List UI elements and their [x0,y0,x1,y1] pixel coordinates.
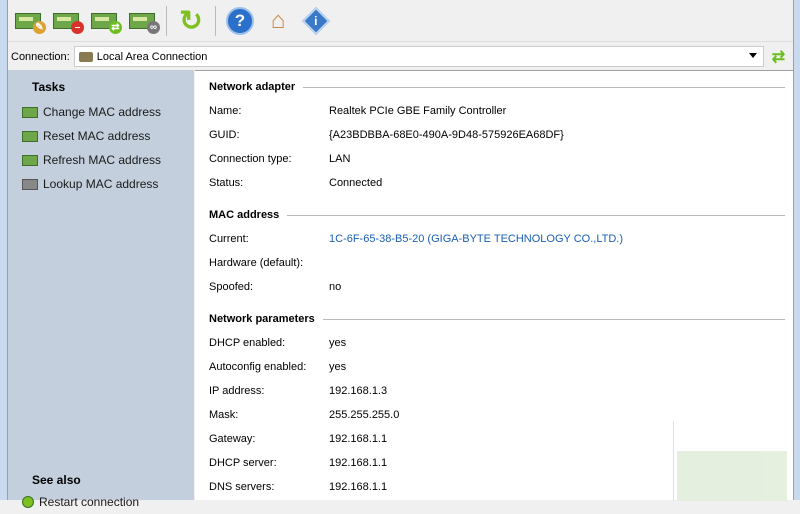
field-label: Autoconfig enabled: [209,361,307,373]
field-value: yes [329,337,347,349]
help-icon: ? [226,6,254,35]
connection-value: Local Area Connection [96,50,208,63]
section-network-parameters: Network parameters [209,313,785,325]
task-label: Reset MAC address [43,129,151,143]
reset-card-icon: – [53,12,84,34]
connection-bar: Connection: Local Area Connection ⇄ [8,44,793,69]
field-value: Realtek PCIe GBE Family Controller [329,105,507,117]
lookup-mac-button[interactable]: ∞ [126,5,160,37]
tasks-heading: Tasks [32,80,66,94]
field-value: 192.168.1.1 [329,457,388,469]
row-dhcp-enabled: DHCP enabled: yes [209,337,346,349]
task-change-mac[interactable]: Change MAC address [8,100,194,124]
about-button[interactable]: i [300,5,332,37]
task-reset-mac[interactable]: Reset MAC address [8,124,194,148]
row-connection-type: Connection type: LAN [209,153,350,165]
info-icon: i [301,6,331,35]
section-title: Network adapter [209,81,296,93]
field-value: Connected [329,177,383,189]
row-dhcp-server: DHCP server: 192.168.1.1 [209,457,387,469]
row-gateway: Gateway: 192.168.1.1 [209,433,387,445]
window-frame-right [793,0,800,500]
row-mask: Mask: 255.255.255.0 [209,409,399,421]
field-label: DHCP server: [209,457,277,469]
field-label: Name: [209,105,242,117]
task-refresh-mac[interactable]: Refresh MAC address [8,148,194,172]
field-label: DHCP enabled: [209,337,286,349]
section-mac-address: MAC address [209,209,785,221]
task-label: Lookup MAC address [43,177,159,191]
field-value: 192.168.1.1 [329,481,388,493]
change-mac-icon [22,106,38,118]
field-label: Mask: [209,409,239,421]
reset-mac-button[interactable]: – [50,5,84,37]
reset-mac-icon [22,130,38,142]
toolbar: ✎ – ⇄ ∞ ↻ ? ⌂ i [8,0,793,42]
chevron-down-icon [748,53,757,58]
network-icon [78,51,93,62]
field-label: Spoofed: [209,281,254,293]
task-label: Refresh MAC address [43,153,162,167]
pencil-card-icon: ✎ [15,12,46,34]
binoculars-icon [22,178,38,190]
field-label: Gateway: [209,433,256,445]
refresh-card-icon: ⇄ [91,12,122,34]
field-label: GUID: [209,129,240,141]
field-value: {A23BDBBA-68E0-490A-9D48-575926EA68DF} [329,129,564,141]
sidebar: Tasks Change MAC address Reset MAC addre… [8,70,194,509]
row-hardware-mac: Hardware (default): [209,257,329,269]
change-mac-button[interactable]: ✎ [12,5,46,37]
refresh-icon: ↻ [179,5,203,36]
binoculars-card-icon: ∞ [129,12,160,34]
task-label: Change MAC address [43,105,162,119]
field-label: Current: [209,233,249,245]
task-label: Restart connection [39,495,140,509]
field-label: Connection type: [209,153,292,165]
section-title: Network parameters [209,313,315,325]
row-current-mac: Current: 1C-6F-65-38-B5-20 (GIGA-BYTE TEC… [209,233,623,245]
connection-select[interactable]: Local Area Connection [73,46,764,67]
toolbar-separator [166,5,167,36]
field-value: yes [329,361,347,373]
network-card-watermark-icon [673,421,787,501]
field-value: no [329,281,342,293]
toolbar-separator [215,5,216,36]
restart-icon [22,496,34,508]
current-mac-link[interactable]: 1C-6F-65-38-B5-20 (GIGA-BYTE TECHNOLOGY … [329,233,623,245]
field-value: LAN [329,153,351,165]
row-name: Name: Realtek PCIe GBE Family Controller [209,105,506,117]
field-label: Status: [209,177,244,189]
details-panel: Network adapter Name: Realtek PCIe GBE Fa… [195,70,793,501]
refresh-button[interactable]: ↻ [175,5,207,37]
task-lookup-mac[interactable]: Lookup MAC address [8,172,194,196]
window-frame-left [0,0,8,500]
row-status: Status: Connected [209,177,382,189]
refresh-mac-icon [22,154,38,166]
field-value: 192.168.1.3 [329,385,388,397]
row-guid: GUID: {A23BDBBA-68E0-490A-9D48-575926EA68… [209,129,564,141]
section-network-adapter: Network adapter [209,81,785,93]
refresh-connections-icon[interactable]: ⇄ [772,47,785,67]
field-value: 255.255.255.0 [329,409,400,421]
help-button[interactable]: ? [224,5,256,37]
field-value: 192.168.1.1 [329,433,388,445]
connection-label: Connection: [11,50,70,63]
row-spoofed: Spoofed: no [209,281,341,293]
home-icon: ⌂ [270,6,286,34]
home-button[interactable]: ⌂ [262,5,294,37]
refresh-mac-button[interactable]: ⇄ [88,5,122,37]
row-dns-servers: DNS servers: 192.168.1.1 [209,481,387,493]
see-also-heading: See also [32,473,81,487]
see-also-restart-connection[interactable]: Restart connection [8,490,139,514]
row-autoconfig: Autoconfig enabled: yes [209,361,346,373]
field-label: IP address: [209,385,265,397]
field-label: DNS servers: [209,481,275,493]
field-label: Hardware (default): [209,257,304,269]
row-ip-address: IP address: 192.168.1.3 [209,385,387,397]
section-title: MAC address [209,209,280,221]
